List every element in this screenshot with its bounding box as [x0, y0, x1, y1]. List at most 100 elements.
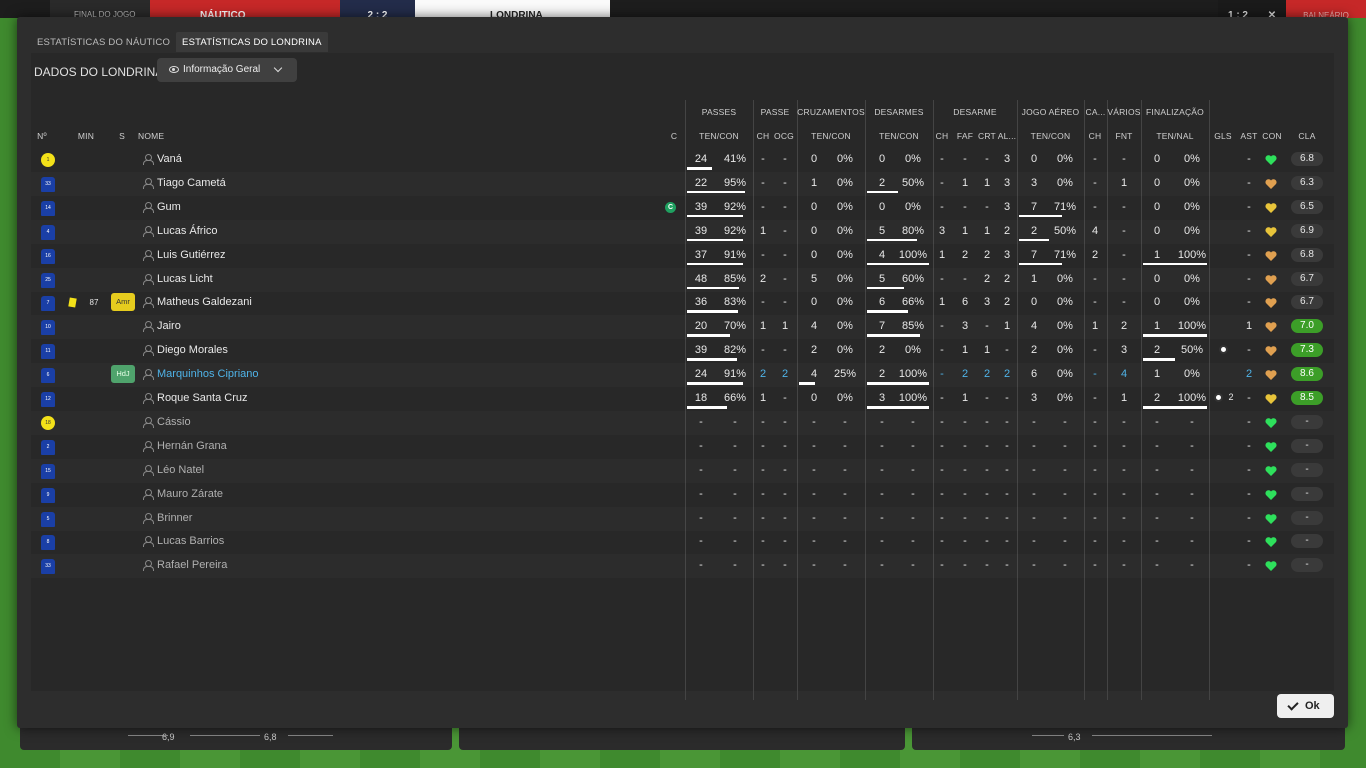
table-row[interactable]: 12 Roque Santa Cruz 18 66% 1-0 0% 3 100% -1- -3 0%… [31, 387, 1334, 411]
stat-dch: - [940, 463, 944, 476]
table-row[interactable]: 10 Jairo 20 70% 1 1 4 0% 7 85% - 3 - 1 4 0% 1 2 1 100% 1 7.0 [31, 315, 1334, 339]
stat-dch: - [940, 559, 944, 572]
stat-pp: 41% [723, 153, 747, 165]
close-icon[interactable]: ✕ [1258, 0, 1286, 18]
player-name[interactable]: Jairo [157, 320, 181, 332]
table-row[interactable]: 15 Léo Natel - - - - - - - - - - - - - - - - - - - - [31, 459, 1334, 483]
table-row[interactable]: 8 Lucas Barrios - - - - - - - - - - - - - - - - - - - - [31, 530, 1334, 554]
col-passe-ocg[interactable]: OCG [773, 131, 795, 141]
col-desarme-faf[interactable]: FAF [954, 131, 976, 141]
col-min[interactable]: MIN [73, 131, 99, 141]
col-des-tencon[interactable]: TEN/CON [865, 131, 933, 141]
player-name[interactable]: Cássio [157, 416, 191, 428]
player-name[interactable]: Marquinhos Cipriano [157, 368, 259, 380]
table-row[interactable]: 18 Cássio - - - - - - - - - - - - - - - - - - - - [31, 411, 1334, 435]
col-aereo-tencon[interactable]: TEN/CON [1017, 131, 1084, 141]
table-row[interactable]: 1 Vaná 24 41% - - 0 0% 0 0% - - - 3 0 0% - - 0 0% - 6.8 [31, 148, 1334, 172]
stat-faf: - [963, 511, 967, 524]
table-row[interactable]: 33 Tiago Cametá 22 95% - -1 0% 2 50% -1 1 3 3 0% -1 0 0%… [31, 172, 1334, 196]
stat-ap: 0% [1057, 320, 1073, 333]
player-name[interactable]: Roque Santa Cruz [157, 392, 248, 404]
col-ca-ch[interactable]: CH [1086, 131, 1104, 141]
table-row[interactable]: 2 Hernán Grana - - - - - - - - - - - - - - - - - - - - [31, 435, 1334, 459]
player-name[interactable]: Rafael Pereira [157, 559, 227, 571]
table-row[interactable]: 5 Brinner - - - - - - - - - - - - - - - - - - - - [31, 507, 1334, 531]
col-ast[interactable]: AST [1238, 131, 1260, 141]
view-dropdown[interactable]: Informação Geral [157, 58, 297, 82]
stat-pa: 48 [694, 272, 708, 285]
player-name[interactable]: Hernán Grana [157, 440, 227, 452]
stat-pch: 2 [759, 272, 767, 285]
col-cruz-tencon[interactable]: TEN/CON [797, 131, 865, 141]
table-row[interactable]: 33 Rafael Pereira - - - - - - - - - - - - - - - - - - - - [31, 554, 1334, 578]
tab-nautico-stats[interactable]: ESTATÍSTICAS DO NÁUTICO [31, 32, 176, 52]
col-fin-tennal[interactable]: TEN/NAL [1141, 131, 1209, 141]
table-row[interactable]: 25 Lucas Licht 48 85% 2-5 0% 5 60% - -2 2 1 0% - -0 0% -… [31, 268, 1334, 292]
stat-da: 4 [878, 248, 886, 261]
table-row[interactable]: 9 Mauro Zárate - - - - - - - - - - - - - - - - - - - - [31, 483, 1334, 507]
player-name[interactable]: Vaná [157, 153, 182, 165]
col-num[interactable]: Nº [35, 131, 49, 141]
stat-fa: 0 [1153, 272, 1161, 285]
stat-ca: 0 [810, 392, 818, 404]
player-name[interactable]: Lucas Barrios [157, 535, 224, 547]
stat-ca: - [812, 439, 816, 452]
col-varios-fnt[interactable]: FNT [1109, 131, 1139, 141]
player-name[interactable]: Lucas Áfrico [157, 225, 218, 237]
player-name[interactable]: Gum [157, 201, 181, 213]
stat-pch: - [761, 248, 765, 261]
player-name[interactable]: Luis Gutiérrez [157, 249, 225, 261]
stat-fnt: 1 [1120, 392, 1128, 404]
stat-pocg: - [783, 559, 787, 572]
player-name[interactable]: Lucas Licht [157, 273, 213, 285]
table-row[interactable]: 6 HdJ Marquinhos Cipriano 24 91% 2 2 4 25% 2 100% -… [31, 363, 1334, 387]
col-desarme-ch[interactable]: CH [934, 131, 950, 141]
stat-da: - [880, 439, 884, 452]
table-row[interactable]: 16 Luis Gutiérrez 37 91% - -0 0% 4 100% 1 2 2 3 7 71% 2… [31, 244, 1334, 268]
stat-pocg: - [783, 248, 787, 261]
col-c[interactable]: C [669, 131, 679, 141]
col-desarme-crt[interactable]: CRT [977, 131, 997, 141]
stat-ap: 50% [1053, 224, 1077, 237]
ok-button[interactable]: Ok [1277, 694, 1334, 718]
col-con[interactable]: CON [1261, 131, 1283, 141]
stat-cp: - [843, 535, 847, 548]
table-row[interactable]: 14 Gum C 39 92% - - 0 0% 0 0% - - - 3 7 71% - - 0 0% - 6.5 [31, 196, 1334, 220]
col-cla[interactable]: CLA [1291, 131, 1323, 141]
table-row[interactable]: 11 Diego Morales 39 82% - -2 0% 2 0% -1 1-2 0% -3 2 50… [31, 339, 1334, 363]
dressing-room-button[interactable]: BALNEÁRIO [1286, 0, 1366, 18]
stat-al: - [1005, 463, 1009, 476]
col-gls[interactable]: GLS [1212, 131, 1234, 141]
col-desarme-al[interactable]: AL... [997, 131, 1017, 141]
player-name[interactable]: Matheus Galdezani [157, 296, 252, 308]
stat-pocg: - [783, 344, 787, 357]
rating-badge: 6.7 [1291, 295, 1323, 310]
stat-cach: - [1093, 176, 1097, 189]
player-name[interactable]: Mauro Zárate [157, 488, 223, 500]
stat-ca: 0 [810, 248, 818, 261]
stat-crt: 3 [983, 296, 991, 309]
player-name[interactable]: Diego Morales [157, 344, 228, 356]
stat-fa: 0 [1153, 224, 1161, 237]
check-icon [1287, 699, 1299, 711]
shirt-number: 18 [41, 415, 55, 430]
tab-londrina-stats[interactable]: ESTATÍSTICAS DO LONDRINA [176, 32, 328, 52]
stat-cach: - [1093, 487, 1097, 500]
table-row[interactable]: 7 87 Amr Matheus Galdezani 36 83% - - 0 0% 6 66% 1 6 3… [31, 291, 1334, 315]
stat-pch: - [761, 153, 765, 165]
stats-content: DADOS DO LONDRINA Informação Geral PASSE… [31, 53, 1334, 700]
player-name[interactable]: Tiago Cametá [157, 177, 226, 189]
col-s[interactable]: S [117, 131, 127, 141]
table-row[interactable]: 4 Lucas Áfrico 39 92% 1-0 0% 5 80% 3 1 1 2 2 50% 4-0 0%… [31, 220, 1334, 244]
player-name[interactable]: Brinner [157, 512, 192, 524]
col-passe-ch[interactable]: CH [755, 131, 771, 141]
stat-pocg: - [783, 439, 787, 452]
stat-pa: 22 [694, 176, 708, 189]
stat-ast: 1 [1245, 320, 1253, 333]
player-name[interactable]: Léo Natel [157, 464, 204, 476]
eye-icon [169, 66, 179, 73]
stat-pp: - [733, 535, 737, 548]
col-passes-tencon[interactable]: TEN/CON [685, 131, 753, 141]
col-nome[interactable]: NOME [138, 131, 168, 141]
stat-dp: 60% [901, 272, 925, 285]
